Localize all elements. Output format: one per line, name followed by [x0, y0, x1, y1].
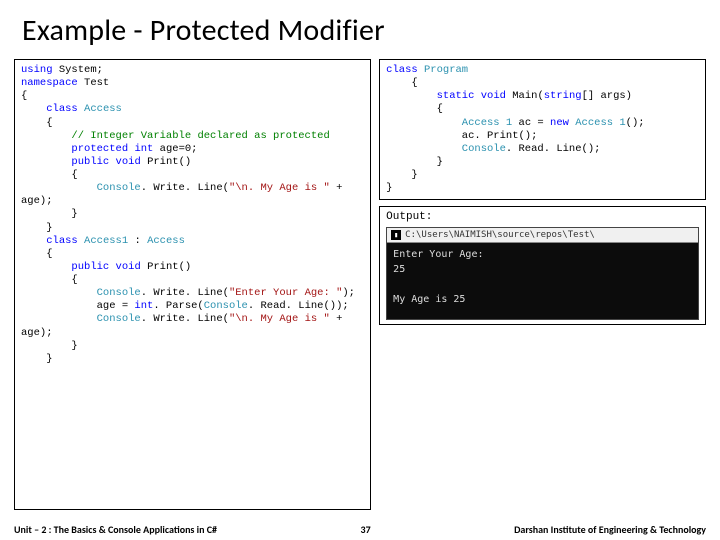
footer-unit: Unit – 2 : The Basics & Console Applicat…: [14, 523, 217, 536]
console-path: C:\Users\NAIMISH\source\repos\Test\: [405, 230, 595, 240]
console-titlebar: ▮ C:\Users\NAIMISH\source\repos\Test\: [387, 228, 698, 243]
cmd-icon: ▮: [391, 230, 401, 240]
footer-page-number: 37: [361, 523, 371, 536]
code-box-right: class Program { static void Main(string[…: [379, 59, 706, 200]
content-columns: using System; namespace Test { class Acc…: [14, 59, 706, 510]
output-label: Output:: [386, 211, 699, 223]
footer-institute: Darshan Institute of Engineering & Techn…: [514, 523, 706, 536]
slide-footer: Unit – 2 : The Basics & Console Applicat…: [0, 518, 720, 540]
console-output-text: Enter Your Age: 25 My Age is 25: [387, 243, 698, 319]
console-window: ▮ C:\Users\NAIMISH\source\repos\Test\ En…: [386, 227, 699, 320]
code-box-left: using System; namespace Test { class Acc…: [14, 59, 371, 510]
output-box: Output: ▮ C:\Users\NAIMISH\source\repos\…: [379, 206, 706, 325]
page-title: Example - Protected Modifier: [22, 12, 706, 49]
comment: // Integer Variable declared as protecte…: [71, 130, 329, 142]
kw-using: using: [21, 64, 53, 76]
kw-namespace: namespace: [21, 77, 78, 89]
